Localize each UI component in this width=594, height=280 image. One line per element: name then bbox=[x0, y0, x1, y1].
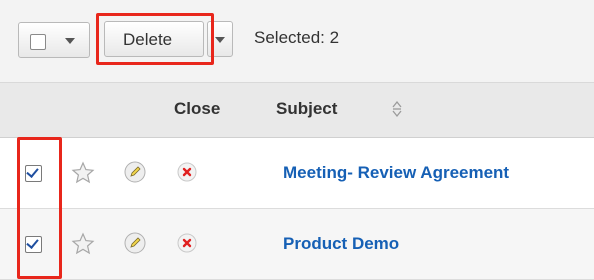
highlight-box-checkboxes bbox=[17, 137, 62, 279]
select-all-checkbox-icon[interactable] bbox=[30, 34, 46, 50]
select-all-button[interactable] bbox=[18, 22, 90, 58]
column-header-subject[interactable]: Subject bbox=[276, 99, 337, 119]
close-x-icon[interactable] bbox=[177, 162, 197, 182]
edit-pencil-icon[interactable] bbox=[124, 232, 146, 254]
dropdown-caret-icon bbox=[65, 38, 75, 44]
subject-link[interactable]: Product Demo bbox=[283, 234, 399, 254]
close-x-icon[interactable] bbox=[177, 233, 197, 253]
star-icon[interactable] bbox=[71, 161, 95, 185]
highlight-box-delete bbox=[96, 13, 214, 65]
subject-link[interactable]: Meeting- Review Agreement bbox=[283, 163, 509, 183]
star-icon[interactable] bbox=[71, 232, 95, 256]
table-row: Meeting- Review Agreement bbox=[0, 138, 594, 209]
table-header: Close Subject bbox=[0, 83, 594, 138]
dropdown-caret-icon bbox=[215, 37, 225, 43]
column-header-close: Close bbox=[174, 99, 221, 118]
sort-icon[interactable] bbox=[391, 97, 403, 121]
selected-count: Selected: 2 bbox=[254, 28, 340, 47]
table-row: Product Demo bbox=[0, 209, 594, 280]
edit-pencil-icon[interactable] bbox=[124, 161, 146, 183]
list-toolbar: Delete Selected: 2 bbox=[0, 0, 594, 83]
